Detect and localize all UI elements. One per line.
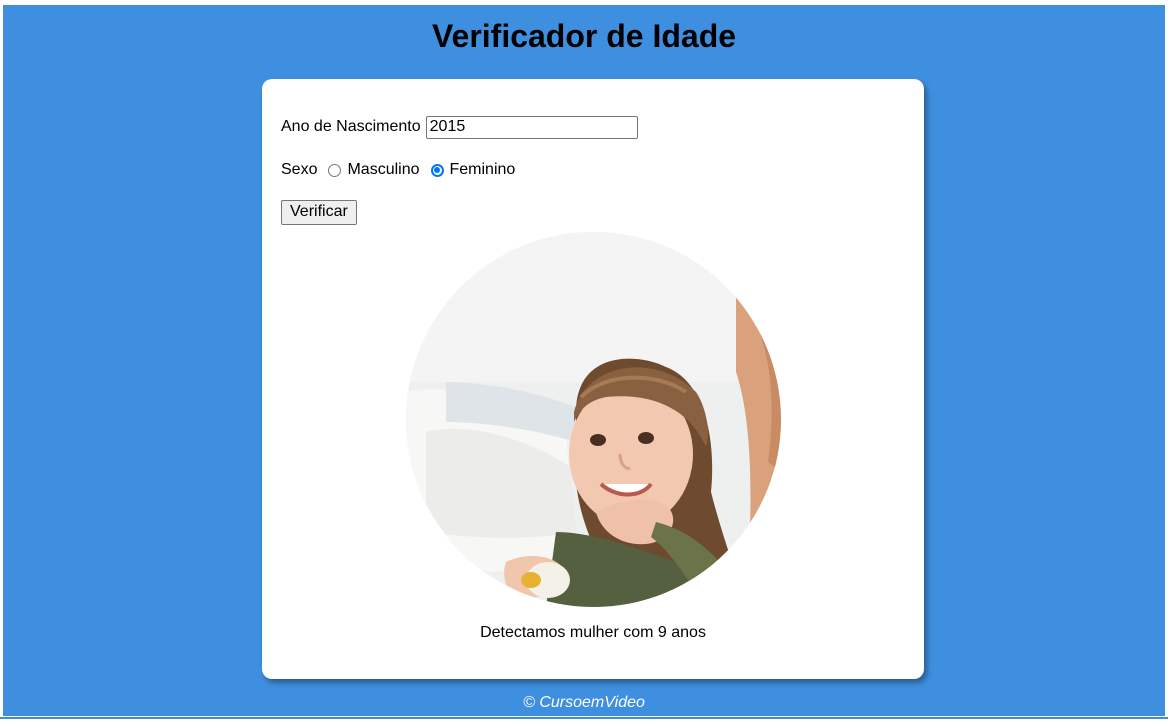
page-footer: © CursoemVideo bbox=[523, 694, 645, 711]
verifier-card: Ano de Nascimento Sexo Masculino Feminin… bbox=[262, 79, 924, 679]
page-title: Verificador de Idade bbox=[431, 18, 737, 54]
radio-feminino-label[interactable]: Feminino bbox=[450, 161, 516, 179]
bottom-divider bbox=[0, 717, 1168, 719]
result-photo bbox=[406, 232, 781, 607]
birth-year-label: Ano de Nascimento bbox=[281, 118, 421, 135]
birth-year-row: Ano de Nascimento bbox=[281, 114, 638, 140]
result-text: Detectamos mulher com 9 anos bbox=[480, 624, 706, 641]
verify-button[interactable]: Verificar bbox=[281, 199, 357, 225]
birth-year-input[interactable] bbox=[425, 115, 638, 139]
page-background: Verificador de Idade Ano de Nascimento S… bbox=[3, 5, 1165, 716]
radio-masculino-label[interactable]: Masculino bbox=[347, 161, 419, 179]
sex-label: Sexo bbox=[281, 161, 318, 178]
page-header: Verificador de Idade bbox=[3, 5, 1165, 71]
button-row: Verificar bbox=[281, 199, 357, 225]
radio-masculino[interactable] bbox=[328, 163, 342, 177]
radio-feminino[interactable] bbox=[430, 163, 444, 177]
girl-photo-illustration bbox=[406, 232, 781, 607]
sex-row: Sexo Masculino Feminino bbox=[281, 159, 526, 181]
